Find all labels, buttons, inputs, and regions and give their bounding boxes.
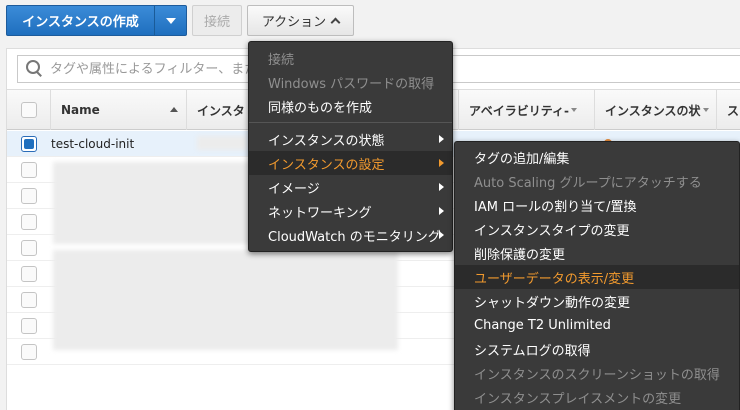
row-checkbox[interactable] bbox=[21, 291, 37, 308]
redacted-rows-block bbox=[53, 162, 253, 244]
row-checkbox-cell[interactable] bbox=[7, 135, 51, 152]
column-label-instance-id: インスタ bbox=[197, 103, 245, 118]
menu-item-connect: 接続 bbox=[268, 52, 295, 68]
menu-separator bbox=[249, 122, 452, 123]
menu-item-change-instance-type[interactable]: インスタンスタイプの変更 bbox=[455, 217, 739, 241]
column-label-status: ス bbox=[727, 103, 740, 118]
chevron-right-icon bbox=[439, 207, 444, 215]
actions-button[interactable]: アクション bbox=[247, 5, 354, 36]
row-checkbox-cell[interactable] bbox=[7, 161, 51, 178]
menu-item-add-edit-tags[interactable]: タグの追加/編集 bbox=[455, 145, 739, 169]
actions-label: アクション bbox=[261, 15, 327, 30]
toolbar: インスタンスの作成 接続 アクション bbox=[0, 0, 740, 44]
row-checkbox[interactable] bbox=[21, 239, 37, 256]
row-checkbox[interactable] bbox=[21, 265, 37, 282]
instance-settings-submenu: タグの追加/編集 Auto Scaling グループにアタッチする IAM ロー… bbox=[454, 141, 740, 410]
menu-item-launch-more-like-this[interactable]: 同様のものを作成 bbox=[249, 94, 452, 118]
chevron-down-icon bbox=[702, 108, 709, 112]
column-label-az: アベイラビリティ- bbox=[469, 103, 570, 118]
row-checkbox[interactable] bbox=[21, 343, 37, 360]
chevron-down-icon bbox=[571, 108, 578, 112]
menu-item-get-windows-password: Windows パスワードの取得 bbox=[268, 76, 435, 92]
chevron-down-icon bbox=[165, 17, 176, 24]
redacted-instance-id bbox=[197, 136, 247, 150]
select-all-checkbox[interactable] bbox=[20, 102, 37, 118]
instance-name: test-cloud-init bbox=[51, 136, 135, 151]
menu-item-instance-state[interactable]: インスタンスの状態 bbox=[249, 127, 452, 151]
menu-item-get-system-log[interactable]: システムログの取得 bbox=[455, 337, 739, 361]
launch-dropdown-toggle[interactable] bbox=[155, 6, 186, 35]
row-checkbox-cell[interactable] bbox=[7, 343, 51, 360]
chevron-right-icon bbox=[439, 231, 444, 239]
menu-item-label: CloudWatch のモニタリング bbox=[268, 229, 441, 245]
sort-ascending-icon bbox=[170, 107, 178, 112]
row-checkbox-cell[interactable] bbox=[7, 187, 51, 204]
row-checkbox-cell[interactable] bbox=[7, 291, 51, 308]
row-checkbox[interactable] bbox=[21, 187, 37, 204]
menu-item-modify-instance-placement: インスタンスプレイスメントの変更 bbox=[474, 391, 682, 407]
menu-item-image[interactable]: イメージ bbox=[249, 175, 452, 199]
menu-item-instance-settings[interactable]: インスタンスの設定 bbox=[249, 151, 452, 175]
menu-item-change-shutdown-behavior[interactable]: シャットダウン動作の変更 bbox=[455, 289, 739, 313]
search-icon bbox=[24, 58, 46, 80]
connect-button[interactable]: 接続 bbox=[192, 5, 242, 36]
row-checkbox[interactable] bbox=[21, 213, 37, 230]
column-label-instance-state: インスタンスの状 bbox=[605, 103, 701, 118]
menu-item-attach-replace-iam-role[interactable]: IAM ロールの割り当て/置換 bbox=[455, 193, 739, 217]
chevron-right-icon bbox=[439, 135, 444, 143]
column-header-instance-state[interactable]: インスタンスの状 bbox=[595, 90, 717, 130]
menu-item-label: イメージ bbox=[268, 181, 320, 197]
column-label-name: Name bbox=[61, 103, 100, 117]
menu-item-attach-to-auto-scaling-group: Auto Scaling グループにアタッチする bbox=[474, 175, 702, 191]
row-checkbox-cell[interactable] bbox=[7, 317, 51, 334]
menu-item-get-instance-screenshot: インスタンスのスクリーンショットの取得 bbox=[474, 367, 720, 383]
menu-item-label: インスタンスの設定 bbox=[268, 157, 385, 173]
chevron-right-icon bbox=[439, 183, 444, 191]
launch-instance-button[interactable]: インスタンスの作成 bbox=[6, 5, 187, 36]
column-header-status[interactable]: ス bbox=[717, 90, 740, 130]
menu-item-label: ネットワーキング bbox=[268, 205, 372, 221]
menu-item-cloudwatch-monitoring[interactable]: CloudWatch のモニタリング bbox=[249, 223, 452, 247]
row-checkbox-cell[interactable] bbox=[7, 239, 51, 256]
column-header-name[interactable]: Name bbox=[51, 90, 187, 130]
chevron-up-icon bbox=[330, 17, 341, 28]
row-checkbox-cell[interactable] bbox=[7, 265, 51, 282]
row-checkbox-cell[interactable] bbox=[7, 213, 51, 230]
menu-item-networking[interactable]: ネットワーキング bbox=[249, 199, 452, 223]
row-checkbox[interactable] bbox=[21, 135, 37, 152]
row-checkbox[interactable] bbox=[21, 317, 37, 334]
header-select-all[interactable] bbox=[7, 90, 51, 130]
menu-item-label: インスタンスの状態 bbox=[268, 133, 385, 149]
menu-item-view-change-user-data[interactable]: ユーザーデータの表示/変更 bbox=[455, 265, 739, 289]
launch-instance-label[interactable]: インスタンスの作成 bbox=[7, 6, 155, 35]
column-header-az[interactable]: アベイラビリティ- bbox=[459, 90, 595, 130]
menu-item-change-termination-protection[interactable]: 削除保護の変更 bbox=[455, 241, 739, 265]
chevron-right-icon bbox=[439, 159, 444, 167]
menu-item-change-t2-unlimited[interactable]: Change T2 Unlimited bbox=[455, 313, 739, 337]
actions-menu: 接続 Windows パスワードの取得 同様のものを作成 インスタンスの状態 イ… bbox=[248, 41, 453, 252]
redacted-rows-block bbox=[53, 250, 398, 350]
row-checkbox[interactable] bbox=[21, 161, 37, 178]
